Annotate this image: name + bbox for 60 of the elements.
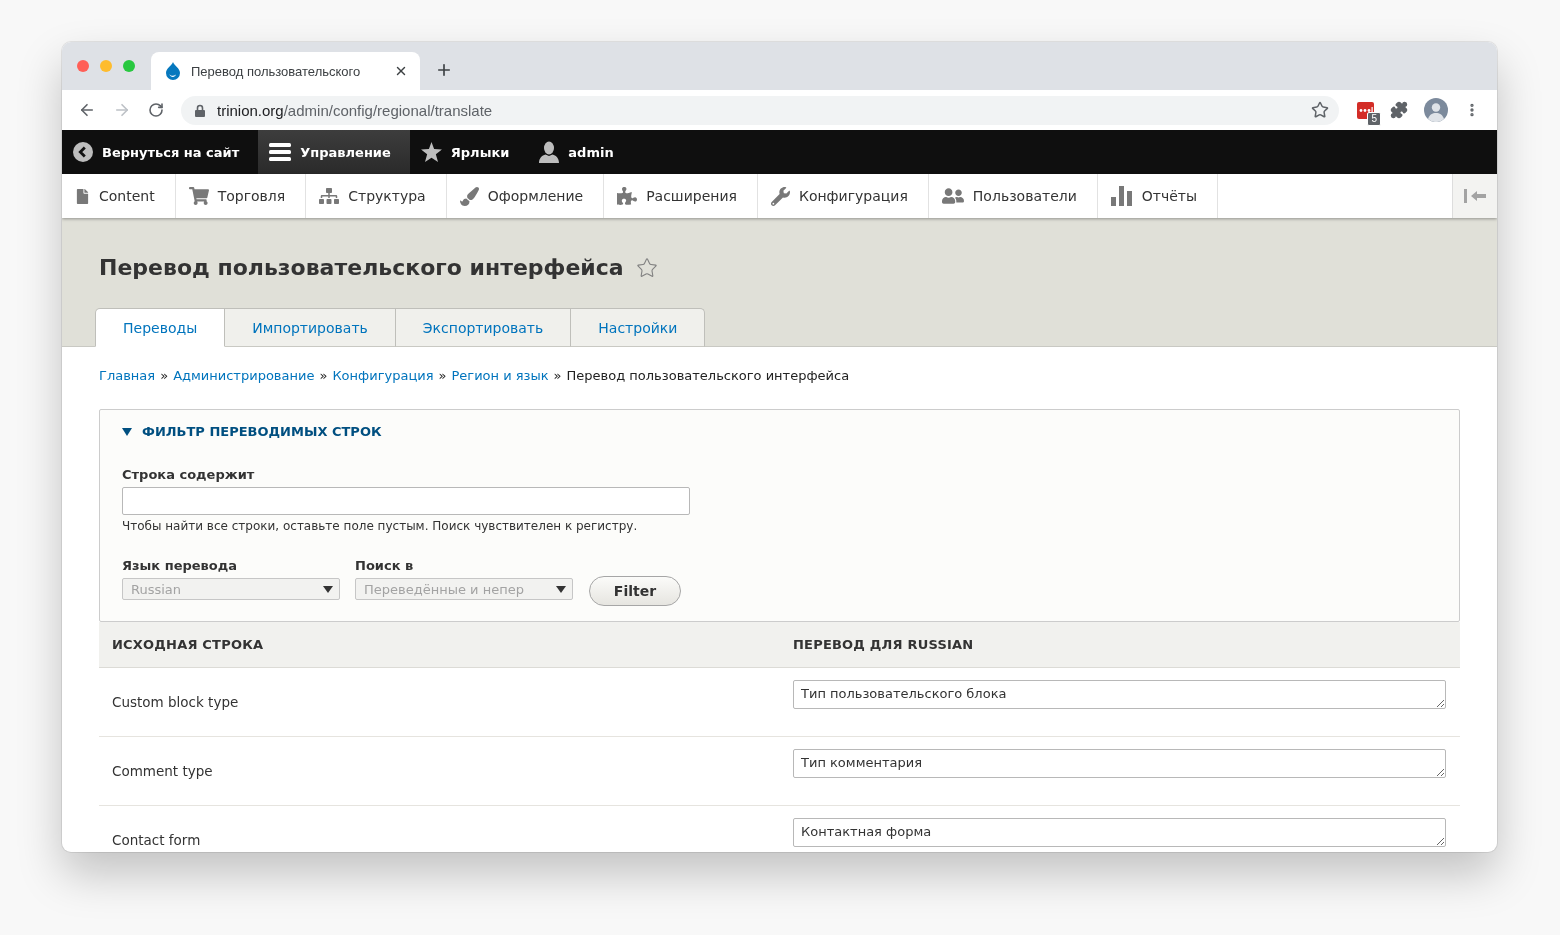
toolbar-item[interactable]: admin: [528, 130, 633, 174]
users-icon: [941, 185, 964, 207]
file-icon: [75, 188, 90, 204]
toolbar-item[interactable]: Вернуться на сайт: [62, 130, 259, 174]
filter-button[interactable]: Filter: [589, 576, 681, 606]
toolbar-item[interactable]: Управление: [258, 130, 410, 174]
translation-field[interactable]: Тип пользовательского блока: [793, 680, 1446, 709]
field-label: Поиск в: [355, 557, 414, 575]
column-header: ИСХОДНАЯ СТРОКА: [111, 637, 264, 652]
wrench-icon: [770, 186, 790, 206]
brush-icon: [459, 186, 479, 206]
translation-field[interactable]: Тип комментария: [793, 749, 1446, 778]
star-icon: [420, 142, 442, 162]
puzzle-icon: [617, 186, 638, 206]
breadcrumb-link[interactable]: Конфигурация: [332, 367, 434, 385]
breadcrumb-separator: »: [319, 367, 328, 385]
avatar-icon[interactable]: [1424, 98, 1448, 122]
translation-field[interactable]: Контактная форма: [793, 818, 1446, 847]
browser-tab[interactable]: Перевод пользовательского: [151, 52, 420, 90]
menu-icon: [269, 143, 292, 161]
breadcrumb-separator: »: [160, 367, 169, 385]
breadcrumb-link[interactable]: Главная: [99, 367, 156, 385]
sitemap-icon: [319, 186, 340, 206]
plus-icon[interactable]: [435, 61, 453, 79]
field-label: Язык перевода: [122, 557, 238, 575]
table-cell: Contact form: [112, 832, 201, 848]
bar-chart-icon: [1110, 186, 1133, 206]
lock-icon: [195, 103, 205, 117]
bookmark-star-icon[interactable]: [1311, 101, 1329, 119]
chevron-circle-icon: [73, 142, 93, 162]
drop-icon: [165, 62, 181, 80]
page-title: Перевод пользовательского интерфейса: [99, 254, 624, 282]
caret-icon: [556, 585, 566, 593]
field-label: Строка содержит: [122, 466, 255, 484]
tab[interactable]: Переводы: [95, 308, 226, 347]
filter-toggle[interactable]: ФИЛЬТР ПЕРЕВОДИМЫХ СТРОК: [122, 423, 382, 441]
tab[interactable]: Настройки: [571, 308, 706, 347]
breadcrumb-link[interactable]: Регион и язык: [451, 367, 549, 385]
breadcrumb-current: Перевод пользовательского интерфейса: [566, 367, 850, 385]
user-icon: [539, 141, 560, 163]
cart-icon: [188, 186, 209, 206]
caret-icon: [323, 585, 333, 593]
address-field[interactable]: trinion.org/admin/config/regional/translate: [181, 95, 1339, 125]
extension-badge: 5: [1367, 111, 1381, 126]
breadcrumb-separator: »: [553, 367, 562, 385]
tab[interactable]: Импортировать: [225, 308, 396, 347]
column-header: ПЕРЕВОД ДЛЯ RUSSIAN: [792, 637, 974, 652]
table-cell: Custom block type: [112, 694, 239, 710]
tab[interactable]: Экспортировать: [395, 308, 572, 347]
puzzle-icon[interactable]: [1390, 101, 1408, 119]
star-icon[interactable]: [635, 257, 658, 279]
field-description: Чтобы найти все строки, оставьте поле пустым. Поиск чувствителен к регистру.: [122, 519, 638, 534]
table-cell: Comment type: [112, 763, 213, 779]
breadcrumb-link[interactable]: Администрирование: [173, 367, 315, 385]
reload-icon[interactable]: [148, 102, 164, 118]
breadcrumb-separator: »: [438, 367, 447, 385]
search-field[interactable]: [122, 487, 690, 515]
toolbar-item[interactable]: Ярлыки: [409, 130, 529, 174]
bar-arrow-left-icon: [1464, 189, 1486, 203]
close-icon[interactable]: [394, 64, 408, 78]
